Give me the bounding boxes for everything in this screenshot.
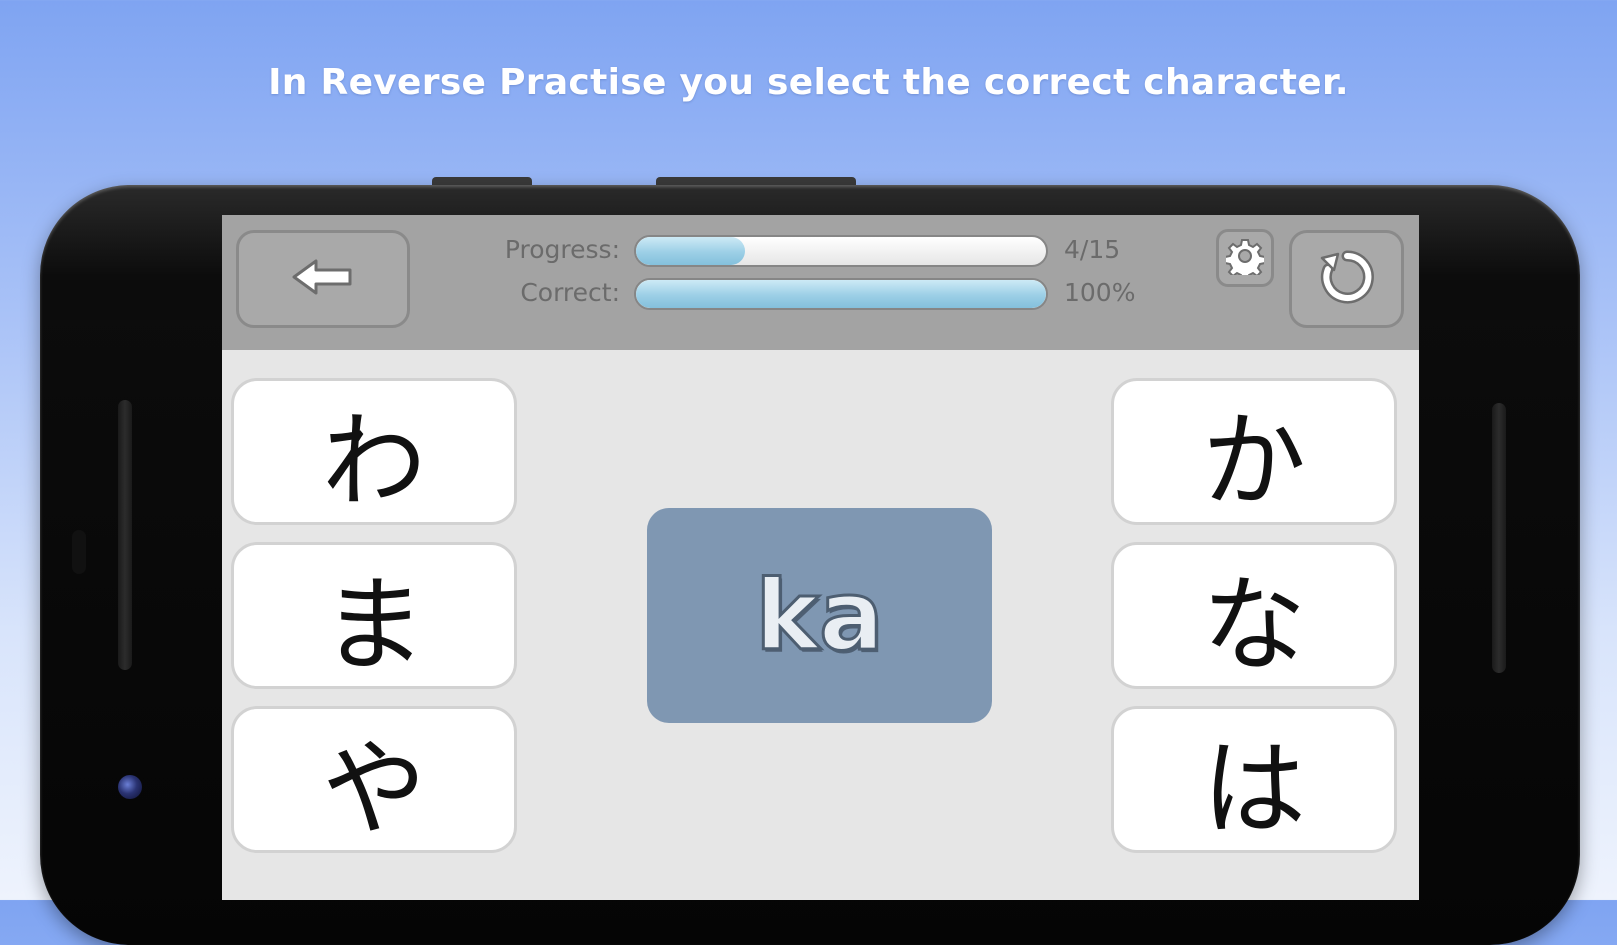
choice-tile-right-2[interactable]: な <box>1111 542 1397 689</box>
left-speaker <box>118 400 132 670</box>
choice-tile-left-2[interactable]: ま <box>231 542 517 689</box>
top-bar: Progress: 4/15 Correct: 100% <box>222 215 1419 350</box>
front-camera <box>118 775 142 799</box>
caption-heading: In Reverse Practise you select the corre… <box>268 62 1349 103</box>
app-screen: Progress: 4/15 Correct: 100% わ ま や ka か … <box>222 215 1419 900</box>
progress-bar <box>634 235 1048 267</box>
prompt-card: ka <box>647 508 992 723</box>
right-speaker <box>1492 403 1506 673</box>
choice-tile-right-1[interactable]: か <box>1111 378 1397 525</box>
front-sensor <box>72 530 86 574</box>
settings-button[interactable] <box>1216 229 1274 287</box>
gear-icon <box>1224 237 1266 281</box>
restart-button[interactable] <box>1289 230 1404 328</box>
correct-label: Correct: <box>520 278 620 307</box>
progress-label: Progress: <box>504 235 620 264</box>
back-button[interactable] <box>236 230 410 328</box>
progress-value: 4/15 <box>1064 235 1121 264</box>
reload-icon <box>1316 246 1378 312</box>
choice-tile-left-3[interactable]: や <box>231 706 517 853</box>
choice-tile-right-3[interactable]: は <box>1111 706 1397 853</box>
progress-bar-fill <box>636 237 746 265</box>
correct-value: 100% <box>1064 278 1136 307</box>
correct-bar <box>634 278 1048 310</box>
correct-bar-fill <box>636 280 1046 308</box>
back-arrow-icon <box>290 257 356 301</box>
choice-tile-left-1[interactable]: わ <box>231 378 517 525</box>
